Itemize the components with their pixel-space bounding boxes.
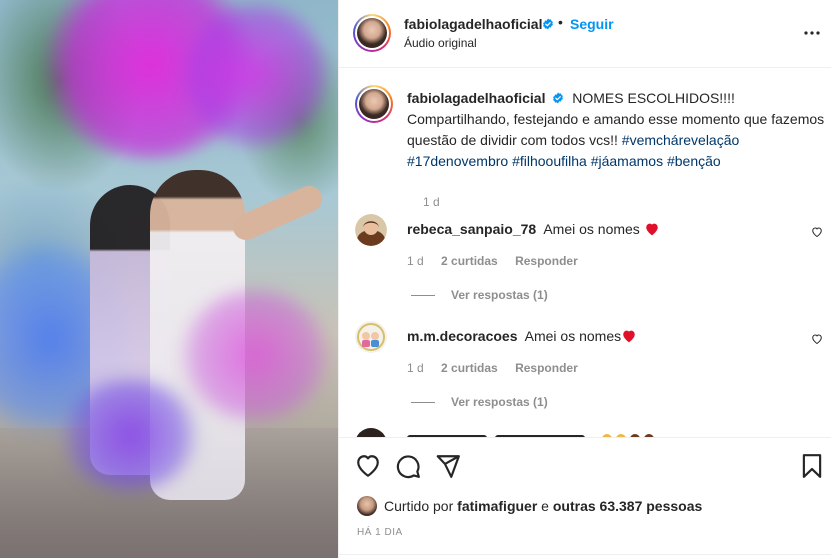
- pink-smoke-2: [180, 0, 330, 150]
- liker-avatar[interactable]: [357, 496, 377, 516]
- pink-smoke-3: [180, 290, 330, 420]
- hashtag-link[interactable]: #filhooufilha: [512, 153, 587, 169]
- comment-item: rebeca_sanpaio_78 Amei os nomes 1 d 2 cu…: [355, 214, 825, 324]
- author-username[interactable]: fabiolagadelhaoficial: [404, 16, 542, 32]
- comment-timestamp[interactable]: 1 d: [407, 254, 424, 268]
- view-replies-label: Ver respostas (1): [451, 288, 548, 302]
- bookmark-icon[interactable]: [799, 453, 825, 479]
- liker-username[interactable]: fatimafiguer: [457, 498, 537, 514]
- comment-likes[interactable]: 2 curtidas: [441, 254, 498, 268]
- commenter-avatar[interactable]: [355, 214, 387, 246]
- caption-text: fabiolagadelhaoficial NOMES ESCOLHIDOS!!…: [407, 88, 829, 172]
- heart-icon[interactable]: [811, 333, 823, 345]
- caption-timestamp[interactable]: 1 d: [423, 195, 440, 209]
- likes-count[interactable]: outras 63.387 pessoas: [553, 498, 702, 514]
- reply-button[interactable]: Responder: [515, 361, 578, 375]
- heart-icon[interactable]: [355, 453, 381, 479]
- author-avatar[interactable]: [353, 14, 391, 52]
- comment-text: rebeca_sanpaio_78 Amei os nomes: [407, 221, 787, 237]
- commenter-avatar[interactable]: [355, 321, 387, 353]
- comment-text: m.m.decoracoes Amei os nomes: [407, 328, 787, 344]
- comments-list[interactable]: fabiolagadelhaoficial NOMES ESCOLHIDOS!!…: [339, 69, 831, 437]
- hashtag-link[interactable]: #benção: [667, 153, 721, 169]
- post-header: fabiolagadelhaoficial • Seguir Áudio ori…: [339, 0, 831, 68]
- red-heart-emoji-icon: [623, 330, 635, 343]
- hashtag-link[interactable]: #vemchárevelação: [622, 132, 740, 148]
- share-icon[interactable]: [435, 453, 461, 479]
- view-replies-button[interactable]: Ver respostas (1): [411, 288, 548, 302]
- replies-divider: [411, 402, 435, 404]
- comment-timestamp[interactable]: 1 d: [407, 361, 424, 375]
- comment-icon[interactable]: [395, 453, 421, 479]
- comment-body: Amei os nomes: [524, 328, 622, 344]
- hashtag-link[interactable]: #jáamamos: [591, 153, 663, 169]
- verified-badge-icon: [543, 18, 553, 30]
- post-side-panel: fabiolagadelhaoficial • Seguir Áudio ori…: [338, 0, 831, 558]
- comment-item: m.m.decoracoes Amei os nomes 1 d 2 curti…: [355, 321, 825, 431]
- comment-body: Amei os nomes: [543, 221, 640, 237]
- post-date[interactable]: HÁ 1 DIA: [357, 527, 403, 538]
- comment-likes[interactable]: 2 curtidas: [441, 361, 498, 375]
- post-actions: Curtido por fatimafiguer e outras 63.387…: [339, 437, 831, 558]
- more-options-icon[interactable]: [802, 26, 822, 40]
- commenter-username[interactable]: rebeca_sanpaio_78: [407, 221, 536, 237]
- follow-button[interactable]: Seguir: [570, 16, 614, 32]
- reply-button[interactable]: Responder: [515, 254, 578, 268]
- red-heart-emoji-icon: [645, 223, 658, 236]
- separator-dot: •: [558, 14, 563, 30]
- verified-badge-icon: [553, 92, 564, 104]
- caption-username[interactable]: fabiolagadelhaoficial: [407, 90, 545, 106]
- comment-meta: 1 d 2 curtidas Responder: [407, 254, 592, 268]
- view-replies-button[interactable]: Ver respostas (1): [411, 395, 548, 409]
- likes-text: Curtido por fatimafiguer e outras 63.387…: [384, 498, 702, 514]
- comment-item-cut-off: [356, 428, 654, 437]
- commenter-username[interactable]: m.m.decoracoes: [407, 328, 518, 344]
- post-video[interactable]: [0, 0, 338, 558]
- replies-divider: [411, 295, 435, 297]
- heart-icon[interactable]: [811, 226, 823, 238]
- likes-prefix: Curtido por: [384, 498, 454, 514]
- audio-label[interactable]: Áudio original: [404, 36, 477, 50]
- likes-connector: e: [541, 498, 549, 514]
- view-replies-label: Ver respostas (1): [451, 395, 548, 409]
- comment-meta: 1 d 2 curtidas Responder: [407, 361, 592, 375]
- divider: [339, 554, 831, 555]
- purple-smoke: [60, 380, 200, 490]
- caption-avatar[interactable]: [355, 85, 393, 123]
- hashtag-link[interactable]: #17denovembro: [407, 153, 508, 169]
